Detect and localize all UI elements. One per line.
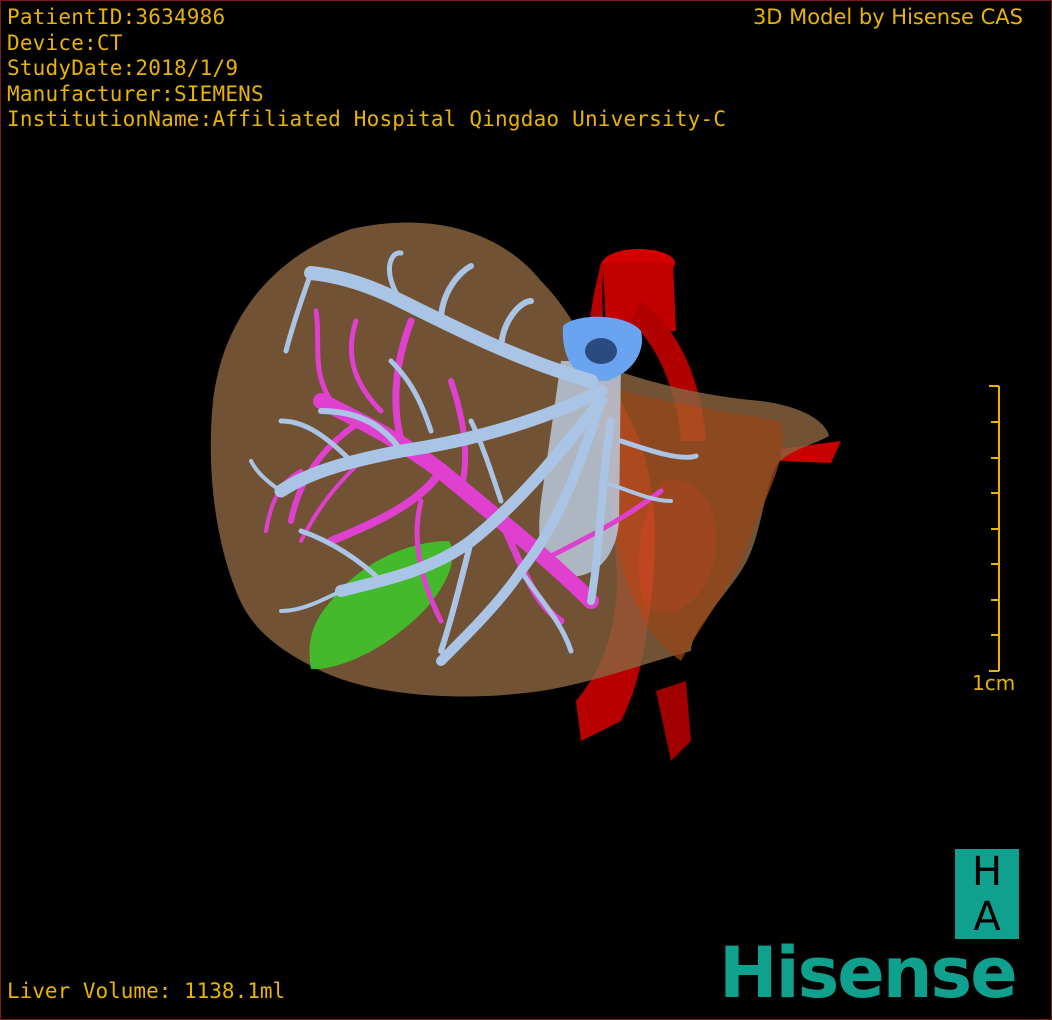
- liver-3d-model[interactable]: [1, 1, 1051, 1019]
- liver-volume: Liver Volume: 1138.1ml: [7, 979, 286, 1003]
- model-credit: 3D Model by Hisense CAS: [752, 5, 1023, 29]
- logo-letter-a: A: [973, 893, 1001, 940]
- manufacturer: Manufacturer:SIEMENS: [7, 81, 264, 106]
- patient-id: PatientID:3634986: [7, 5, 226, 29]
- patient-info-overlay: PatientID:3634986 Device:CT StudyDate:20…: [7, 5, 726, 133]
- study-date: StudyDate:2018/1/9: [7, 56, 239, 80]
- scale-label: 1cm: [972, 671, 1016, 695]
- ha-logo: H A: [955, 849, 1019, 939]
- device: Device:CT: [7, 30, 123, 55]
- 3d-viewport[interactable]: PatientID:3634986 Device:CT StudyDate:20…: [0, 0, 1052, 1020]
- scale-bar: [989, 385, 1000, 672]
- institution-name: InstitutionName:Affiliated Hospital Qing…: [7, 107, 727, 131]
- logo-letter-h: H: [971, 848, 1003, 895]
- hisense-logo: Hisense: [719, 932, 1018, 1014]
